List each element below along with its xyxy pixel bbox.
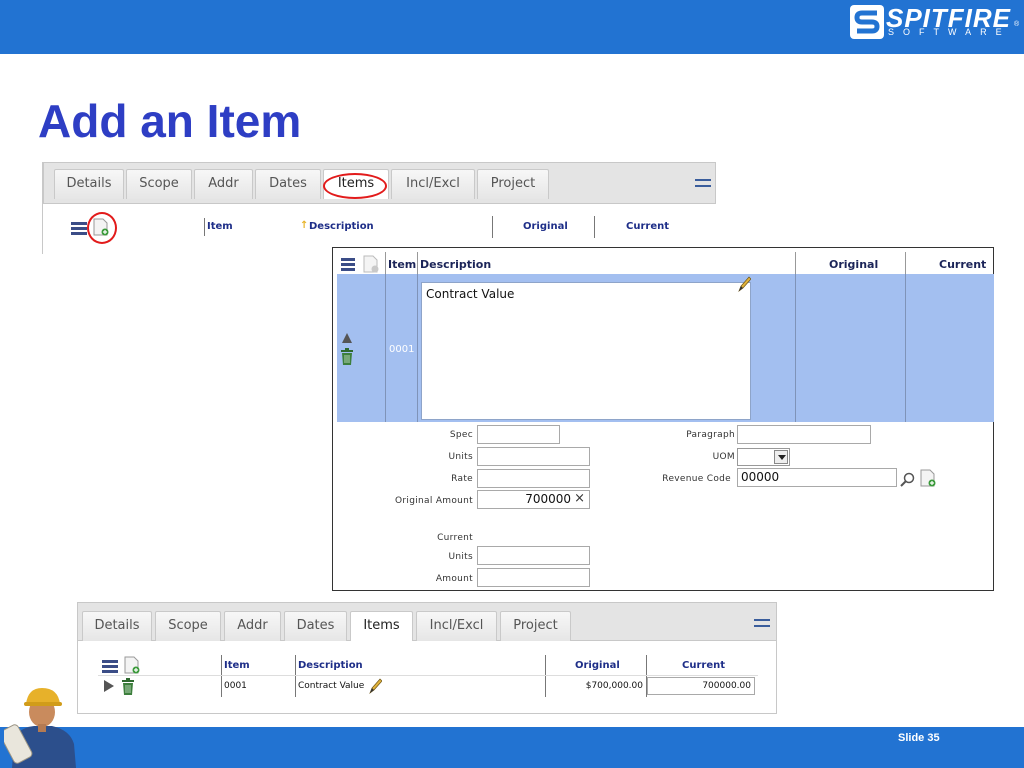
slide-title: Add an Item bbox=[38, 95, 302, 147]
logo-s-mark-icon bbox=[850, 5, 884, 39]
trash-icon[interactable] bbox=[340, 348, 354, 365]
tab-dates[interactable]: Dates bbox=[255, 169, 321, 199]
uom-select[interactable] bbox=[737, 448, 790, 466]
logo-registered-mark: ® bbox=[1014, 21, 1020, 28]
tab-project[interactable]: Project bbox=[477, 169, 549, 199]
col-separator bbox=[385, 274, 386, 422]
edit-pencil-icon[interactable] bbox=[368, 678, 382, 694]
row-current-field[interactable]: 700000.00 bbox=[647, 677, 755, 695]
list-icon[interactable] bbox=[71, 222, 87, 236]
spitfire-logo: SPITFIRE SOFTWARE ® bbox=[846, 3, 1022, 45]
col-header-item[interactable]: Item bbox=[388, 258, 416, 271]
row-item-number: 0001 bbox=[224, 681, 247, 691]
col-header-original[interactable]: Original bbox=[523, 221, 568, 232]
original-amount-value: 700000 bbox=[525, 492, 571, 506]
top-items-panel: Details Scope Addr Dates Items Incl/Excl… bbox=[42, 162, 716, 254]
add-item-icon[interactable] bbox=[363, 255, 379, 273]
slide-number: Slide 35 bbox=[898, 732, 940, 744]
tab-addr[interactable]: Addr bbox=[224, 611, 281, 641]
col-header-description[interactable]: Description bbox=[309, 221, 374, 232]
sort-arrow-icon: ↑ bbox=[300, 220, 309, 231]
uom-label: UOM bbox=[712, 452, 735, 462]
original-amount-label: Original Amount bbox=[395, 496, 473, 506]
row-original: $700,000.00 bbox=[585, 681, 643, 691]
slide-footer-band bbox=[0, 727, 1024, 768]
row-description: Contract Value bbox=[298, 681, 365, 691]
col-header-description[interactable]: Description bbox=[298, 660, 363, 671]
col-header-current[interactable]: Current bbox=[682, 660, 725, 671]
col-separator bbox=[594, 216, 595, 238]
search-icon[interactable] bbox=[900, 472, 915, 487]
revenue-code-field[interactable]: 00000 bbox=[737, 468, 897, 487]
paragraph-field[interactable] bbox=[737, 425, 871, 444]
col-header-item[interactable]: Item bbox=[207, 221, 233, 232]
col-separator bbox=[417, 274, 418, 422]
trash-icon[interactable] bbox=[121, 678, 135, 695]
description-textarea[interactable]: Contract Value bbox=[421, 282, 751, 420]
list-icon[interactable] bbox=[102, 660, 118, 674]
table-row[interactable]: 0001 Contract Value $700,000.00 700000.0… bbox=[98, 675, 758, 697]
current-amount-field[interactable] bbox=[477, 568, 590, 587]
row-item-number: 0001 bbox=[389, 344, 415, 355]
tab-scope[interactable]: Scope bbox=[155, 611, 221, 641]
expand-row-icon[interactable] bbox=[103, 680, 115, 692]
col-header-item[interactable]: Item bbox=[224, 660, 250, 671]
add-item-callout bbox=[87, 212, 117, 244]
item-detail-panel: Item Description Original Current 0001 C… bbox=[332, 247, 994, 591]
col-header-current[interactable]: Current bbox=[626, 221, 669, 232]
logo-sub-text: SOFTWARE bbox=[888, 27, 1011, 37]
col-header-description[interactable]: Description bbox=[420, 258, 491, 271]
col-header-original[interactable]: Original bbox=[575, 660, 620, 671]
rate-label: Rate bbox=[451, 474, 473, 484]
tab-project[interactable]: Project bbox=[500, 611, 571, 641]
bottom-items-panel: Details Scope Addr Dates Items Incl/Excl… bbox=[77, 602, 777, 714]
move-up-icon[interactable] bbox=[341, 332, 353, 344]
units-field[interactable] bbox=[477, 447, 590, 466]
tab-details[interactable]: Details bbox=[82, 611, 152, 641]
spec-field[interactable] bbox=[477, 425, 560, 444]
tab-incl-excl[interactable]: Incl/Excl bbox=[416, 611, 497, 641]
rate-field[interactable] bbox=[477, 469, 590, 488]
tab-menu-icon[interactable] bbox=[695, 179, 711, 191]
description-value: Contract Value bbox=[426, 287, 515, 301]
revenue-code-label: Revenue Code bbox=[662, 474, 731, 484]
clear-icon[interactable]: × bbox=[574, 491, 585, 506]
add-item-icon[interactable] bbox=[124, 656, 140, 674]
chevron-down-icon[interactable] bbox=[774, 450, 788, 464]
current-amount-label: Amount bbox=[435, 574, 473, 584]
tab-items[interactable]: Items bbox=[350, 611, 413, 641]
add-code-icon[interactable] bbox=[920, 469, 936, 487]
col-separator bbox=[204, 218, 205, 236]
col-header-original[interactable]: Original bbox=[829, 258, 878, 271]
construction-worker-image bbox=[4, 688, 76, 768]
col-separator bbox=[795, 274, 796, 422]
edit-pencil-icon[interactable] bbox=[737, 276, 751, 292]
list-icon[interactable] bbox=[341, 258, 355, 272]
paragraph-label: Paragraph bbox=[686, 430, 735, 440]
original-amount-field[interactable]: 700000 × bbox=[477, 490, 590, 509]
tab-dates[interactable]: Dates bbox=[284, 611, 347, 641]
col-header-current[interactable]: Current bbox=[939, 258, 986, 271]
tab-addr[interactable]: Addr bbox=[194, 169, 253, 199]
bottom-tab-bar: Details Scope Addr Dates Items Incl/Excl… bbox=[78, 603, 776, 641]
spec-label: Spec bbox=[449, 430, 473, 440]
units-label: Units bbox=[448, 452, 473, 462]
tab-details[interactable]: Details bbox=[54, 169, 124, 199]
tab-incl-excl[interactable]: Incl/Excl bbox=[391, 169, 475, 199]
current-units-field[interactable] bbox=[477, 546, 590, 565]
col-separator bbox=[492, 216, 493, 238]
tab-scope[interactable]: Scope bbox=[126, 169, 192, 199]
current-units-label: Units bbox=[448, 552, 473, 562]
col-separator bbox=[905, 274, 906, 422]
tab-menu-icon[interactable] bbox=[754, 619, 770, 631]
current-label: Current bbox=[437, 533, 473, 543]
items-tab-callout bbox=[323, 173, 387, 199]
